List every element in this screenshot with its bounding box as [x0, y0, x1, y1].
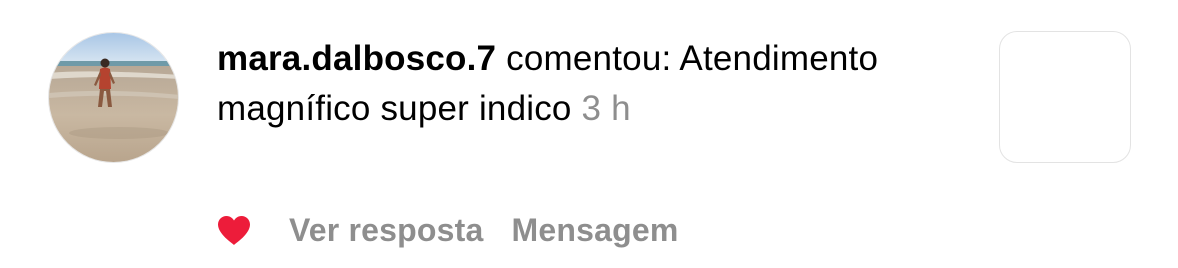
avatar[interactable] [48, 32, 179, 163]
action-row: Ver resposta Mensagem [216, 210, 707, 250]
timestamp: 3 h [581, 89, 631, 128]
view-reply-button[interactable]: Ver resposta [289, 212, 484, 249]
heart-icon[interactable] [216, 214, 252, 246]
notification-text: mara.dalbosco.7 comentou: Atendimento ma… [217, 34, 957, 134]
message-button[interactable]: Mensagem [512, 212, 679, 249]
post-thumbnail[interactable] [999, 31, 1131, 163]
avatar-photo [49, 33, 178, 162]
username[interactable]: mara.dalbosco.7 [217, 39, 496, 78]
action-text: comentou: [506, 39, 672, 78]
